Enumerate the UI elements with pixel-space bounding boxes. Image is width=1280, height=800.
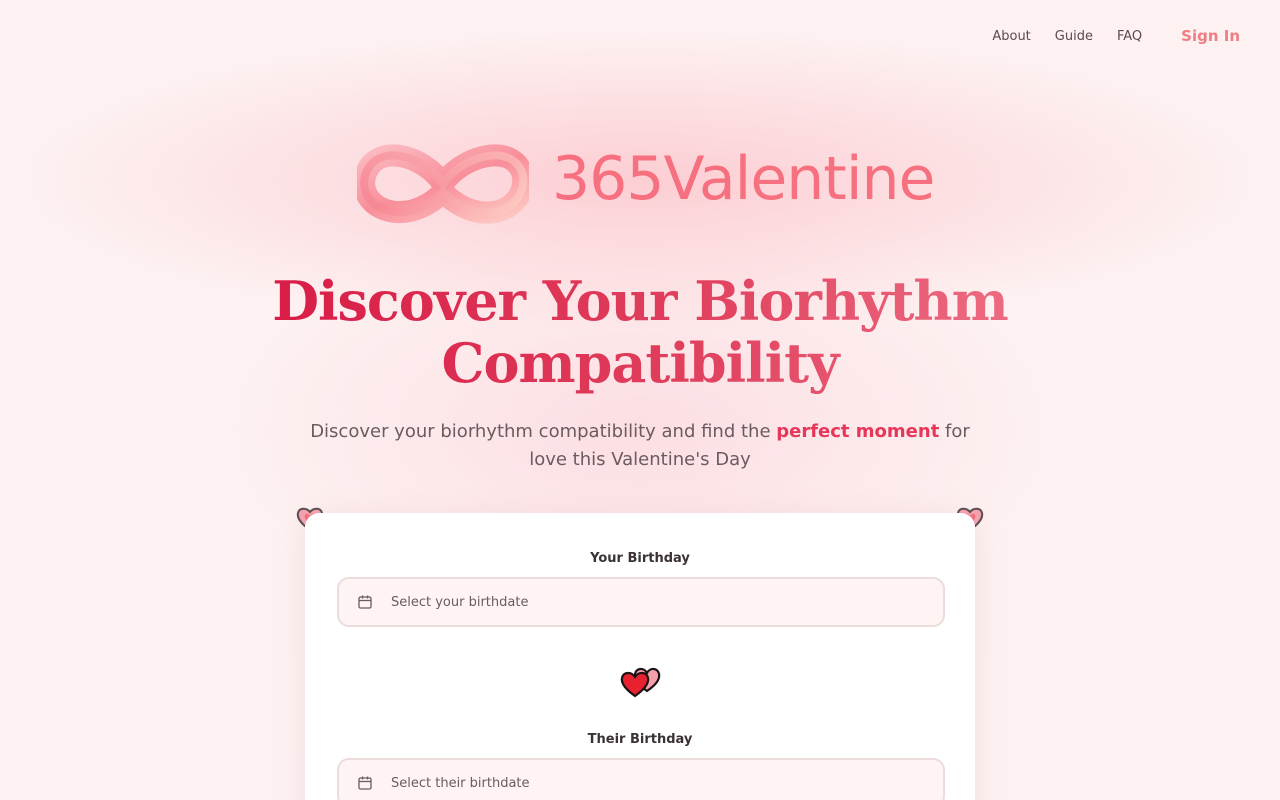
their-birthday-label: Their Birthday — [587, 732, 693, 747]
your-birthday-label: Your Birthday — [590, 551, 690, 566]
nav-guide-link[interactable]: Guide — [1055, 29, 1093, 44]
brand-logo: 365Valentine — [357, 132, 937, 236]
page-title: Discover Your Biorhythm Compatibility — [140, 270, 1140, 394]
nav-faq-link[interactable]: FAQ — [1117, 29, 1142, 44]
their-birthday-placeholder: Select their birthdate — [391, 775, 530, 791]
calendar-icon — [358, 595, 372, 609]
compatibility-form-card: Your Birthday Select your birthdate Thei… — [305, 513, 975, 800]
two-hearts-icon — [620, 667, 661, 698]
sign-in-button[interactable]: Sign In — [1181, 27, 1240, 45]
subtitle-highlight: perfect moment — [776, 421, 940, 442]
your-birthday-placeholder: Select your birthdate — [391, 594, 529, 610]
top-nav: About Guide FAQ Sign In — [968, 26, 1240, 46]
subtitle-text-start: Discover your biorhythm compatibility an… — [310, 421, 777, 442]
page-title-line2: Compatibility — [441, 331, 839, 395]
infinity-logo-icon — [357, 144, 529, 224]
their-birthday-input[interactable]: Select their birthdate — [337, 758, 945, 800]
your-birthday-input[interactable]: Select your birthdate — [337, 577, 945, 627]
page-subtitle: Discover your biorhythm compatibility an… — [300, 418, 980, 474]
page-title-line1: Discover Your Biorhythm — [272, 269, 1008, 333]
brand-name: 365Valentine — [552, 144, 935, 214]
nav-about-link[interactable]: About — [992, 29, 1030, 44]
calendar-icon — [358, 776, 372, 790]
